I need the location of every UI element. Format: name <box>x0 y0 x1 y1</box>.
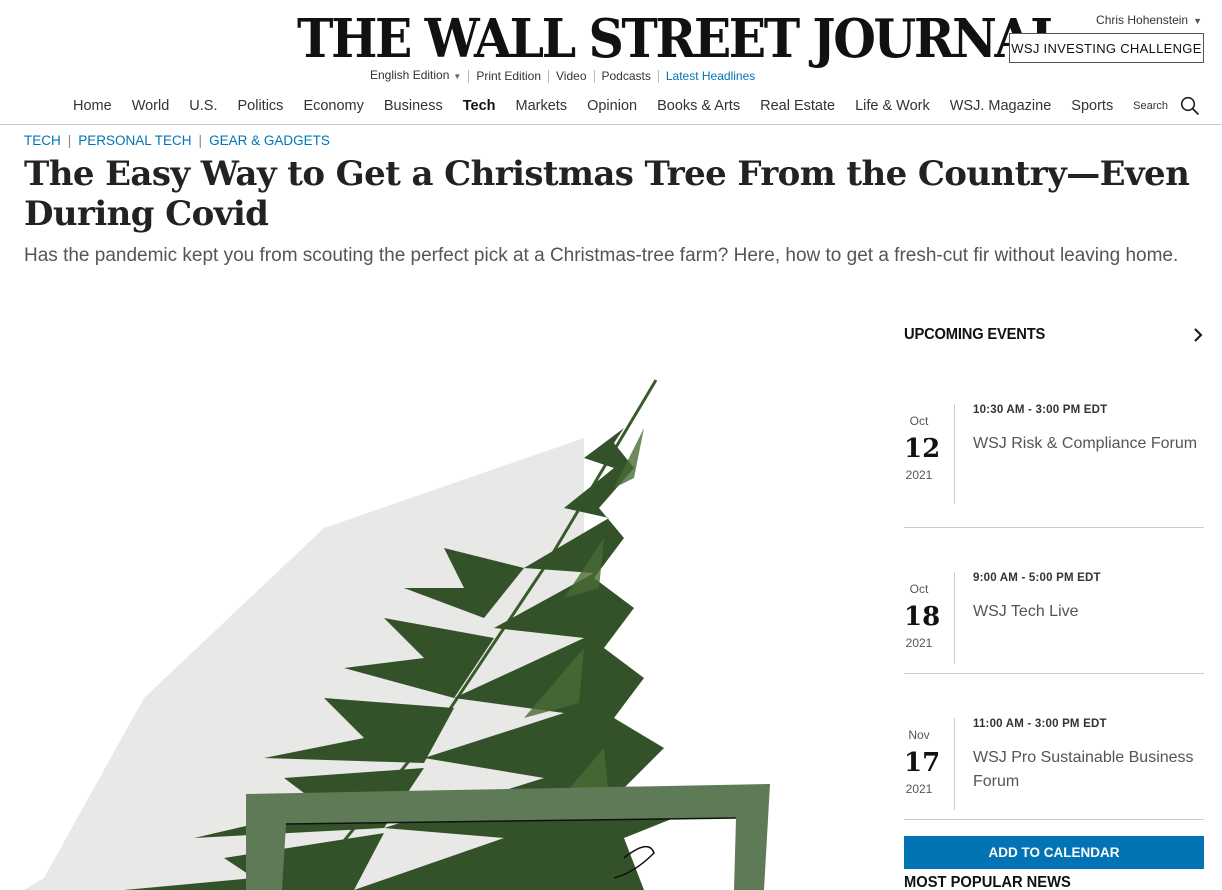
event-date: Nov 17 2021 <box>904 728 941 796</box>
upcoming-events-header[interactable]: UPCOMING EVENTS <box>904 318 1204 352</box>
breadcrumb-personal-tech[interactable]: PERSONAL TECH <box>78 133 191 148</box>
divider <box>954 404 955 504</box>
nav-item-sports[interactable]: Sports <box>1061 96 1123 116</box>
event-year: 2021 <box>905 636 933 650</box>
edition-label: English Edition <box>370 68 450 82</box>
event-item[interactable]: Oct 18 2021 9:00 AM - 5:00 PM EDT WSJ Te… <box>904 528 1204 674</box>
nav-item-politics[interactable]: Politics <box>228 96 294 116</box>
event-date: Oct 18 2021 <box>904 582 941 650</box>
event-day: 18 <box>904 602 941 632</box>
video-link[interactable]: Video <box>548 69 593 83</box>
most-popular-news-title: MOST POPULAR NEWS <box>904 874 1071 890</box>
divider <box>954 718 955 810</box>
latest-headlines-link[interactable]: Latest Headlines <box>657 69 762 83</box>
caret-down-icon: ▼ <box>453 72 462 81</box>
event-time: 10:30 AM - 3:00 PM EDT <box>973 404 1108 416</box>
nav-item-markets[interactable]: Markets <box>506 96 578 116</box>
nav-item-opinion[interactable]: Opinion <box>577 96 647 116</box>
hero-image[interactable] <box>24 318 864 890</box>
search-icon <box>1180 96 1200 116</box>
user-menu[interactable]: Chris Hohenstein ▼ <box>1096 13 1202 27</box>
event-day: 12 <box>904 434 941 464</box>
breadcrumb: TECH | PERSONAL TECH | GEAR & GADGETS <box>24 133 330 148</box>
event-name-link[interactable]: WSJ Risk & Compliance Forum <box>973 432 1208 456</box>
event-name-link[interactable]: WSJ Tech Live <box>973 600 1208 624</box>
chevron-right-icon[interactable] <box>1192 328 1204 342</box>
investing-challenge-button[interactable]: WSJ INVESTING CHALLENGE <box>1009 33 1204 63</box>
nav-item-wsj-magazine[interactable]: WSJ. Magazine <box>940 96 1062 116</box>
event-date: Oct 12 2021 <box>904 414 941 482</box>
event-item[interactable]: Oct 12 2021 10:30 AM - 3:00 PM EDT WSJ R… <box>904 352 1204 528</box>
christmas-tree-illustration <box>24 379 770 890</box>
add-to-calendar-button[interactable]: ADD TO CALENDAR <box>904 836 1204 869</box>
user-name[interactable]: Chris Hohenstein <box>1096 13 1188 27</box>
masthead: THE WALL STREET JOURNAL. Chris Hohenstei… <box>0 0 1222 90</box>
event-month: Oct <box>909 582 929 596</box>
breadcrumb-separator: | <box>67 133 72 148</box>
print-edition-link[interactable]: Print Edition <box>468 69 548 83</box>
nav-item-home[interactable]: Home <box>63 96 122 116</box>
edition-subnav: English Edition ▼ Print Edition Video Pod… <box>370 69 762 83</box>
search-label: Search <box>1133 100 1168 112</box>
search-button[interactable]: Search <box>1133 96 1200 116</box>
event-month: Oct <box>909 414 929 428</box>
event-item[interactable]: Nov 17 2021 11:00 AM - 3:00 PM EDT WSJ P… <box>904 674 1204 820</box>
edition-selector[interactable]: English Edition ▼ <box>370 69 468 83</box>
nav-item-world[interactable]: World <box>122 96 180 116</box>
event-day: 17 <box>904 748 941 778</box>
breadcrumb-separator: | <box>198 133 203 148</box>
article-dek: Has the pandemic kept you from scouting … <box>24 245 1179 266</box>
nav-item-books-arts[interactable]: Books & Arts <box>647 96 750 116</box>
nav-item-real-estate[interactable]: Real Estate <box>750 96 845 116</box>
event-year: 2021 <box>905 782 933 796</box>
event-time: 11:00 AM - 3:00 PM EDT <box>973 718 1107 730</box>
event-time: 9:00 AM - 5:00 PM EDT <box>973 572 1101 584</box>
main-nav: Home World U.S. Politics Economy Busines… <box>0 94 1222 125</box>
breadcrumb-tech[interactable]: TECH <box>24 133 61 148</box>
wsj-logo[interactable]: THE WALL STREET JOURNAL. <box>297 6 1079 71</box>
event-month: Nov <box>908 728 930 742</box>
article-headline: The Easy Way to Get a Christmas Tree Fro… <box>24 154 1190 234</box>
upcoming-events-title: UPCOMING EVENTS <box>904 326 1046 343</box>
event-year: 2021 <box>905 468 933 482</box>
nav-item-us[interactable]: U.S. <box>179 96 227 116</box>
podcasts-link[interactable]: Podcasts <box>593 69 658 83</box>
nav-item-business[interactable]: Business <box>374 96 453 116</box>
upcoming-events-rail: UPCOMING EVENTS Oct 12 2021 10:30 AM - 3… <box>904 318 1204 890</box>
nav-item-tech[interactable]: Tech <box>453 96 506 116</box>
nav-item-economy[interactable]: Economy <box>293 96 373 116</box>
nav-item-life-work[interactable]: Life & Work <box>845 96 940 116</box>
divider <box>954 572 955 664</box>
breadcrumb-gear-gadgets[interactable]: GEAR & GADGETS <box>209 133 330 148</box>
caret-down-icon: ▼ <box>1193 16 1202 26</box>
event-name-link[interactable]: WSJ Pro Sustainable Business Forum <box>973 746 1208 794</box>
